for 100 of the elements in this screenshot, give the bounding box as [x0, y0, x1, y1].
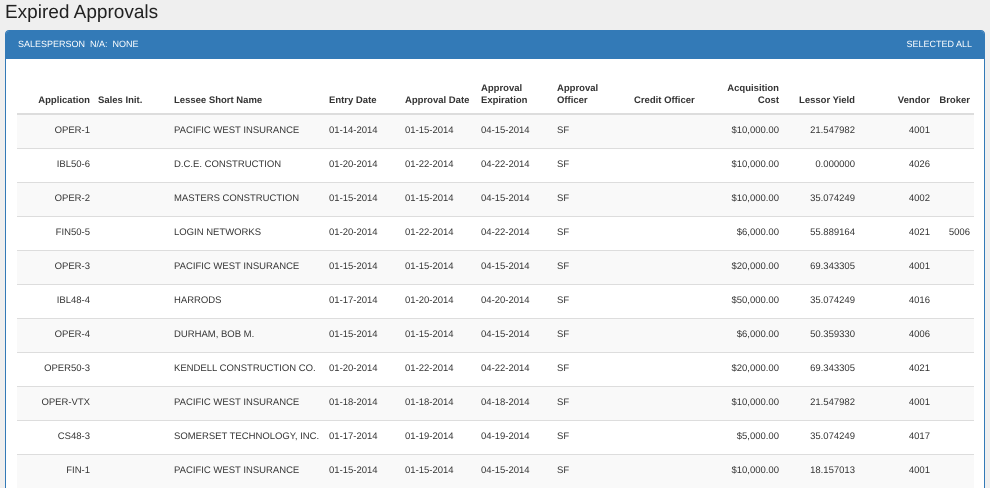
table-cell: SF [553, 386, 630, 420]
table-cell: 01-20-2014 [325, 216, 401, 250]
table-cell: SF [553, 284, 630, 318]
table-cell: OPER-VTX [17, 386, 94, 420]
table-cell: 0.000000 [783, 148, 859, 182]
table-cell: $6,000.00 [706, 216, 783, 250]
column-header: Credit Officer [630, 77, 706, 114]
table-cell: KENDELL CONSTRUCTION CO. [170, 352, 325, 386]
column-header: Broker [934, 77, 974, 114]
table-cell: IBL50-6 [17, 148, 94, 182]
table-cell: 01-18-2014 [325, 386, 401, 420]
column-header: Lessee Short Name [170, 77, 325, 114]
table-cell: OPER50-3 [17, 352, 94, 386]
table-cell: SF [553, 318, 630, 352]
table-cell: 50.359330 [783, 318, 859, 352]
column-header: Approval Expiration [477, 77, 553, 114]
table-cell: 04-19-2014 [477, 420, 553, 454]
table-cell: 4016 [859, 284, 934, 318]
table-cell: D.C.E. CONSTRUCTION [170, 148, 325, 182]
table-cell: $50,000.00 [706, 284, 783, 318]
table-cell: CS48-3 [17, 420, 94, 454]
table-cell: 01-20-2014 [401, 284, 477, 318]
table-cell: SF [553, 148, 630, 182]
table-cell: 01-15-2014 [325, 250, 401, 284]
table-cell: 01-22-2014 [401, 216, 477, 250]
table-cell: 4002 [859, 182, 934, 216]
selection-status: SELECTED ALL [906, 38, 972, 52]
table-cell: 4026 [859, 148, 934, 182]
table-cell: SF [553, 114, 630, 148]
table-cell: OPER-3 [17, 250, 94, 284]
table-cell: 21.547982 [783, 386, 859, 420]
table-cell: $6,000.00 [706, 318, 783, 352]
table-cell: 01-15-2014 [401, 318, 477, 352]
table-cell: 04-18-2014 [477, 386, 553, 420]
table-cell: 01-15-2014 [325, 182, 401, 216]
table-cell: 4001 [859, 250, 934, 284]
table-cell: 04-20-2014 [477, 284, 553, 318]
table-cell: 01-19-2014 [401, 420, 477, 454]
table-cell: SF [553, 250, 630, 284]
table-cell: FIN50-5 [17, 216, 94, 250]
table-cell: OPER-2 [17, 182, 94, 216]
table-cell: 01-17-2014 [325, 284, 401, 318]
table-cell: HARRODS [170, 284, 325, 318]
table-cell: 4006 [859, 318, 934, 352]
table-cell: 01-22-2014 [401, 148, 477, 182]
table-cell: 4017 [859, 420, 934, 454]
column-header: Acquisition Cost [706, 77, 783, 114]
filter-key: N/A: [90, 38, 108, 52]
table-cell: 01-15-2014 [325, 454, 401, 488]
table-cell: 04-22-2014 [477, 352, 553, 386]
column-header: Vendor [859, 77, 934, 114]
table-cell: $20,000.00 [706, 352, 783, 386]
column-header: Sales Init. [94, 77, 170, 114]
column-header: Application [17, 77, 94, 114]
table-cell: $5,000.00 [706, 420, 783, 454]
table-cell: 04-15-2014 [477, 454, 553, 488]
table-cell: 04-15-2014 [477, 250, 553, 284]
table-cell: 01-15-2014 [401, 182, 477, 216]
column-header: Entry Date [325, 77, 401, 114]
table-cell: 4021 [859, 216, 934, 250]
page-title: Expired Approvals [5, 1, 160, 25]
table-cell: PACIFIC WEST INSURANCE [170, 454, 325, 488]
table-cell: 21.547982 [783, 114, 859, 148]
column-header: Approval Date [401, 77, 477, 114]
table-cell: 04-15-2014 [477, 114, 553, 148]
table-cell: OPER-4 [17, 318, 94, 352]
table-cell: LOGIN NETWORKS [170, 216, 325, 250]
table-cell: OPER-1 [17, 114, 94, 148]
table-cell: IBL48-4 [17, 284, 94, 318]
table-cell: 01-20-2014 [325, 148, 401, 182]
table-cell: 04-22-2014 [477, 148, 553, 182]
column-header: Lessor Yield [783, 77, 859, 114]
table-cell: $10,000.00 [706, 386, 783, 420]
table-cell: SF [553, 182, 630, 216]
table-cell: 04-22-2014 [477, 216, 553, 250]
table-cell: 01-17-2014 [325, 420, 401, 454]
table-cell: SF [553, 454, 630, 488]
table-cell: 5006 [934, 216, 974, 250]
table-cell: FIN-1 [17, 454, 94, 488]
table-cell: 4001 [859, 386, 934, 420]
table-cell: SF [553, 352, 630, 386]
table-cell: $10,000.00 [706, 454, 783, 488]
filter-label: SALESPERSON [18, 38, 86, 52]
table-cell: SF [553, 216, 630, 250]
table-cell: PACIFIC WEST INSURANCE [170, 250, 325, 284]
table-cell: $10,000.00 [706, 182, 783, 216]
table-cell: PACIFIC WEST INSURANCE [170, 114, 325, 148]
table-cell: 01-20-2014 [325, 352, 401, 386]
table-cell: 4001 [859, 114, 934, 148]
table-cell: 4021 [859, 352, 934, 386]
table-cell: $10,000.00 [706, 114, 783, 148]
table-cell: 01-22-2014 [401, 352, 477, 386]
table-cell: $20,000.00 [706, 250, 783, 284]
table-cell: 01-15-2014 [401, 250, 477, 284]
table-cell: 01-15-2014 [401, 454, 477, 488]
table-cell: 4001 [859, 454, 934, 488]
filter-value: NONE [112, 38, 139, 52]
table-cell: 04-15-2014 [477, 182, 553, 216]
table-cell: 01-14-2014 [325, 114, 401, 148]
table-cell: SF [553, 420, 630, 454]
